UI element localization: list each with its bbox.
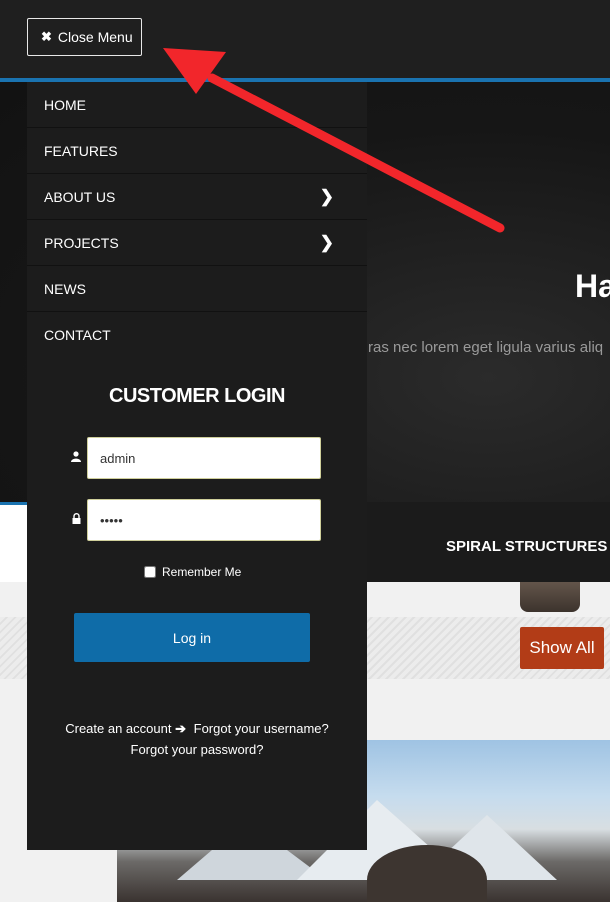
lock-icon xyxy=(65,513,87,527)
create-account-link[interactable]: Create an account xyxy=(65,721,171,736)
chevron-right-icon[interactable]: ❯ xyxy=(320,187,334,207)
remember-me[interactable]: Remember Me xyxy=(144,565,241,579)
menu-item-news[interactable]: NEWS xyxy=(27,266,367,312)
menu-item-home[interactable]: HOME xyxy=(27,82,367,128)
close-menu-label: Close Menu xyxy=(57,29,133,45)
show-all-button[interactable]: Show All xyxy=(520,627,604,669)
username-row xyxy=(65,437,321,479)
forgot-password-link[interactable]: Forgot your password? xyxy=(131,742,264,757)
caption-bar-white-block xyxy=(0,505,30,582)
menu-list: HOME FEATURES ABOUT US ❯ PROJECTS ❯ NEWS… xyxy=(27,82,367,358)
close-icon: ✖ xyxy=(41,29,52,44)
user-icon xyxy=(65,451,87,465)
menu-item-features[interactable]: FEATURES xyxy=(27,128,367,174)
menu-item-label: PROJECTS xyxy=(44,234,119,251)
menu-item-label: CONTACT xyxy=(44,327,111,343)
account-links: Create an account ➔ Forgot your username… xyxy=(27,721,367,737)
menu-item-projects[interactable]: PROJECTS ❯ xyxy=(27,220,367,266)
arrow-right-icon: ➔ xyxy=(175,721,186,736)
top-bar: ✖ Close Menu xyxy=(0,0,610,78)
menu-item-label: FEATURES xyxy=(44,142,118,159)
hero-text: ras nec lorem eget ligula varius aliq xyxy=(368,339,604,356)
hero-title: Ha xyxy=(575,268,610,304)
side-menu-panel: HOME FEATURES ABOUT US ❯ PROJECTS ❯ NEWS… xyxy=(27,82,367,850)
chevron-right-icon[interactable]: ❯ xyxy=(320,233,334,253)
menu-item-label: NEWS xyxy=(44,280,86,297)
remember-me-checkbox[interactable] xyxy=(144,566,156,578)
remember-me-label: Remember Me xyxy=(162,565,242,579)
password-row xyxy=(65,499,321,541)
caption-bar-accent xyxy=(0,502,30,505)
login-title: CUSTOMER LOGIN xyxy=(109,385,285,407)
menu-item-about-us[interactable]: ABOUT US ❯ xyxy=(27,174,367,220)
slider-caption[interactable]: SPIRAL STRUCTURES xyxy=(446,538,607,555)
forgot-username-link[interactable]: Forgot your username? xyxy=(194,721,329,736)
login-button[interactable]: Log in xyxy=(74,613,310,662)
password-input[interactable] xyxy=(87,499,321,541)
menu-item-contact[interactable]: CONTACT xyxy=(27,312,367,358)
menu-item-label: ABOUT US xyxy=(44,188,116,205)
username-input[interactable] xyxy=(87,437,321,479)
menu-item-label: HOME xyxy=(44,96,86,113)
forgot-password-row: Forgot your password? xyxy=(27,742,367,757)
close-menu-button[interactable]: ✖ Close Menu xyxy=(27,18,142,56)
